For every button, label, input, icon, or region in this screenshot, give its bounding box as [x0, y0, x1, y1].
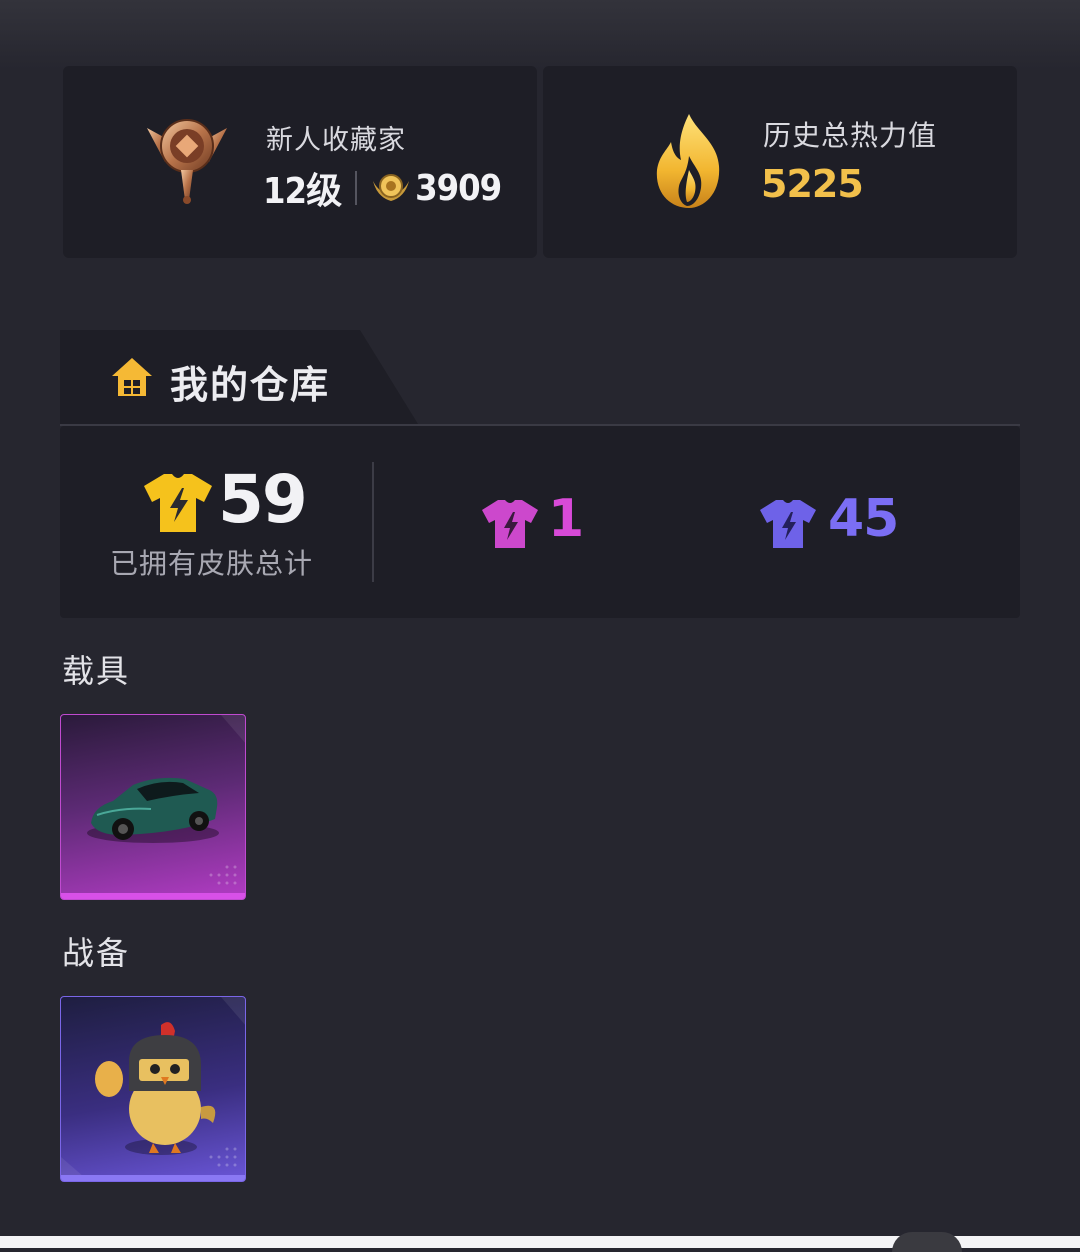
top-shade — [0, 0, 1080, 70]
gear-section-title: 战备 — [62, 934, 131, 972]
vehicles-section-title: 载具 — [62, 652, 131, 690]
heat-value: 5225 — [761, 162, 864, 206]
level-label: 12级 — [263, 171, 342, 212]
skin-stats-panel: 59 已拥有皮肤总计 1 45 — [60, 424, 1020, 618]
total-skins-label: 已拥有皮肤总计 — [110, 547, 314, 580]
warehouse-title: 我的仓库 — [170, 363, 331, 407]
rank-row: 12级 3909 — [263, 162, 502, 214]
points-value: 3909 — [415, 167, 502, 209]
pink-shirt-icon — [482, 500, 538, 548]
panel-divider — [372, 462, 374, 582]
rarity-bar — [61, 893, 245, 899]
vehicle-skin-card[interactable] — [60, 714, 246, 900]
gear-skin-card[interactable] — [60, 996, 246, 1182]
floating-button-edge[interactable] — [892, 1232, 962, 1252]
laurel-coin-icon — [373, 174, 410, 201]
medal-icon — [147, 119, 227, 204]
divider — [355, 171, 358, 205]
blue-shirt-icon — [760, 500, 816, 548]
total-skins-count: 59 — [218, 461, 308, 538]
purple-skins-count: 1 — [548, 489, 585, 549]
heat-title: 历史总热力值 — [763, 119, 938, 152]
house-icon — [112, 358, 152, 396]
chicken-mascot-icon — [61, 997, 245, 1181]
collector-rank-card[interactable]: 新人收藏家 12级 3909 — [63, 66, 537, 258]
panel-top-line — [60, 424, 1020, 426]
rank-title: 新人收藏家 — [266, 125, 406, 156]
rarity-bar — [61, 1175, 245, 1181]
sports-car-icon — [87, 715, 245, 885]
heat-card[interactable]: 历史总热力值 5225 — [543, 66, 1017, 258]
flame-icon — [656, 114, 720, 208]
gold-shirt-icon — [144, 474, 212, 532]
blue-skins-count: 45 — [828, 489, 899, 549]
